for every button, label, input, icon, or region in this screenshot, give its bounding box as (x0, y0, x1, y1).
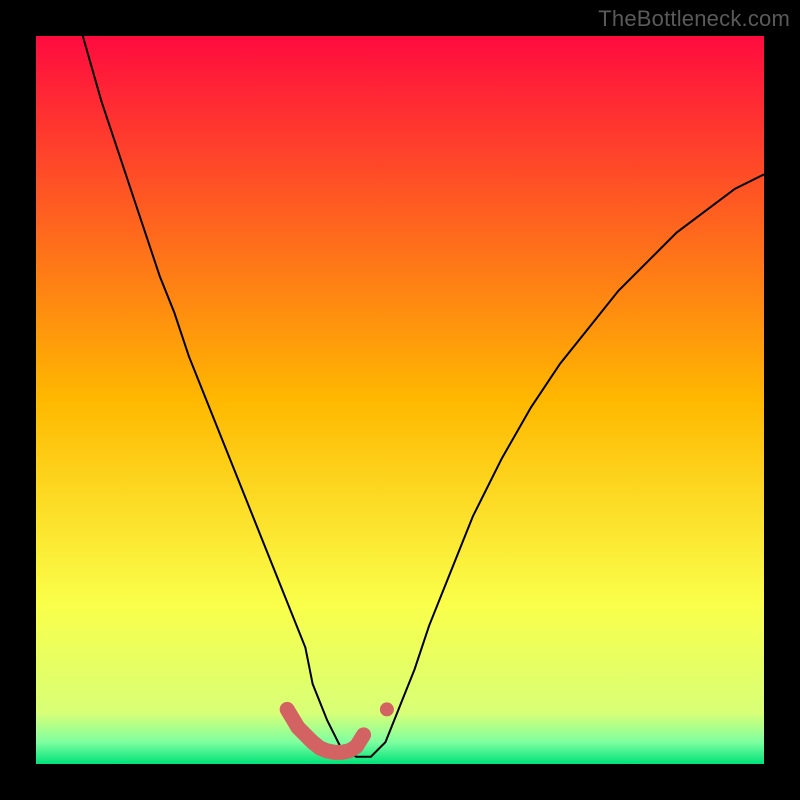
bottleneck-plot (36, 36, 764, 764)
plot-background (36, 36, 764, 764)
highlight-dot (380, 702, 394, 716)
watermark-label: TheBottleneck.com (598, 6, 790, 32)
chart-frame: TheBottleneck.com (0, 0, 800, 800)
